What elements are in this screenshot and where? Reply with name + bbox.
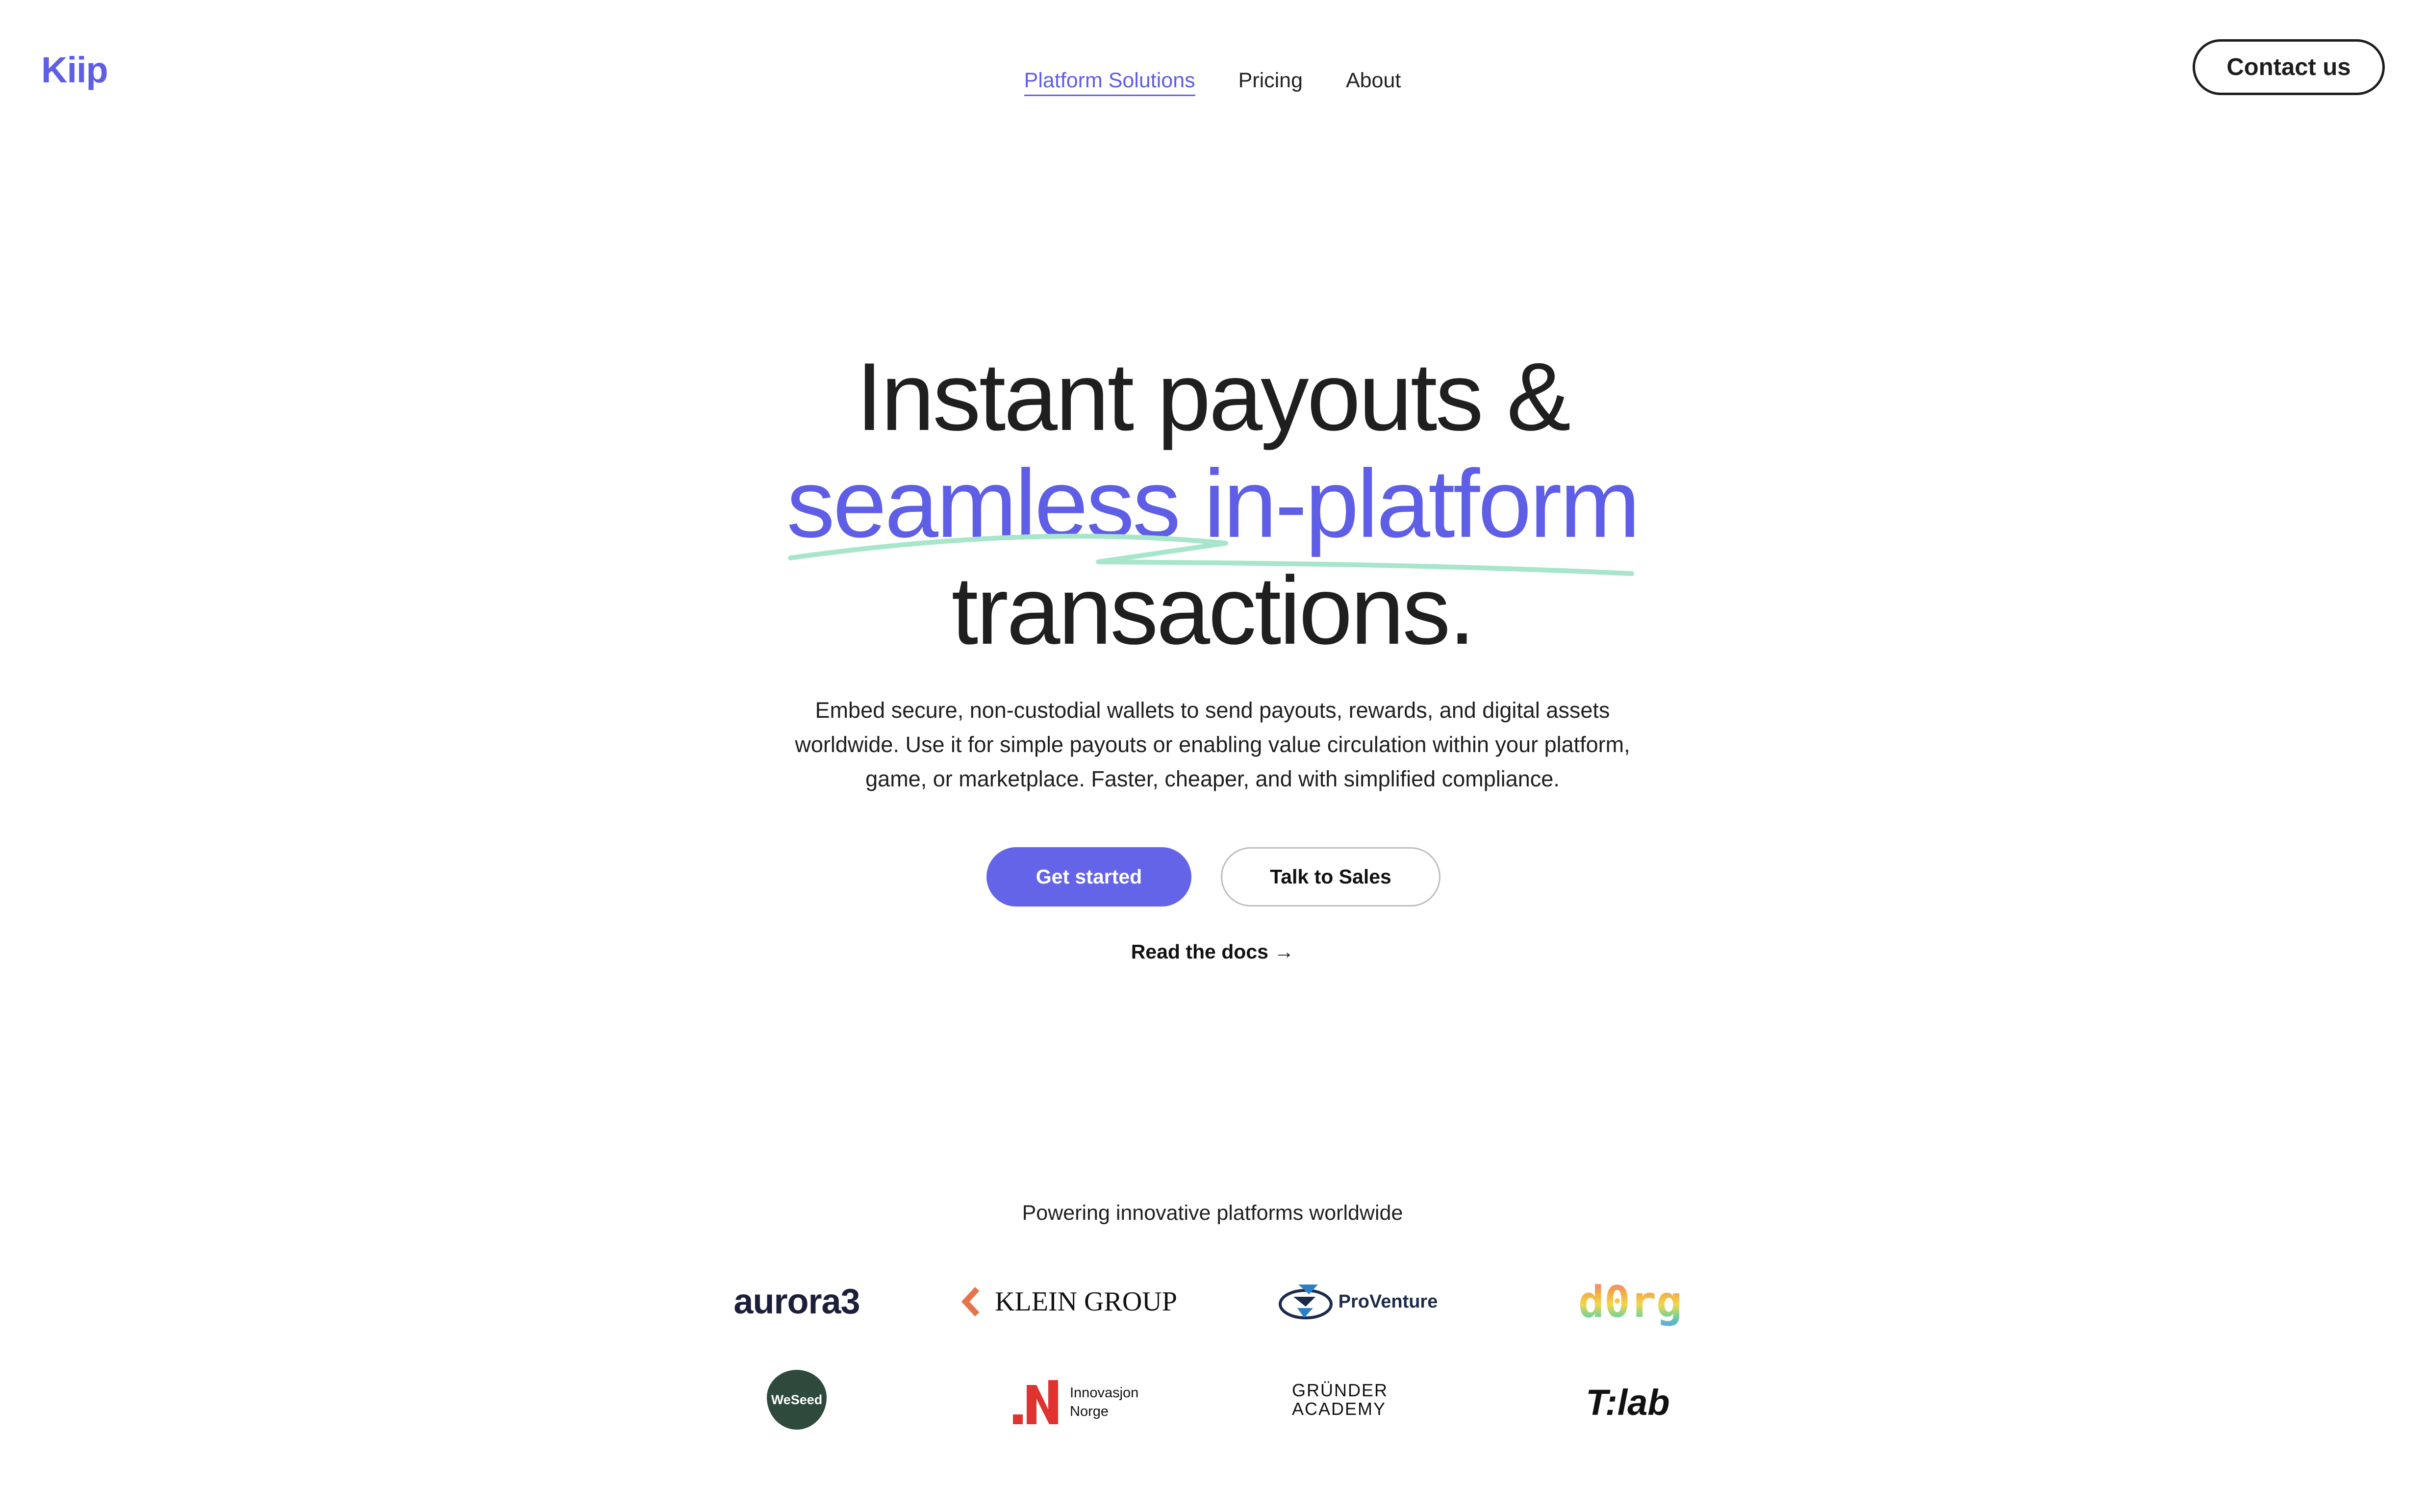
innovasjon-norge-mark-icon	[1013, 1380, 1058, 1424]
hero-line-1: Instant payouts &	[856, 343, 1571, 451]
get-started-button[interactable]: Get started	[986, 847, 1191, 907]
proventure-logo: ProVenture	[1265, 1275, 1451, 1329]
read-docs-link[interactable]: Read the docs →	[0, 940, 2425, 963]
nav-about[interactable]: About	[1346, 69, 1401, 93]
tlab-logo: T:lab	[1586, 1382, 1670, 1423]
main-nav: Platform Solutions Pricing About	[0, 69, 2425, 96]
proventure-mark-icon	[1278, 1285, 1333, 1319]
talk-to-sales-button[interactable]: Talk to Sales	[1221, 847, 1440, 907]
d0rg-logo: d0rg	[1578, 1276, 1682, 1327]
hero-description: Embed secure, non-custodial wallets to s…	[795, 698, 1630, 791]
contact-us-button[interactable]: Contact us	[2193, 39, 2385, 95]
nav-pricing[interactable]: Pricing	[1238, 69, 1303, 93]
partners-heading: Powering innovative platforms worldwide	[1022, 1201, 1403, 1225]
klein-group-logo: KLEIN GROUP	[951, 1280, 1187, 1324]
aurora3-logo: aurora3	[733, 1282, 860, 1321]
nav-platform-solutions[interactable]: Platform Solutions	[1024, 69, 1195, 96]
weseed-logo: WeSeed	[765, 1368, 829, 1432]
klein-chevron-icon	[961, 1287, 980, 1316]
innovasjon-norge-logo: Innovasjon Norge	[1000, 1370, 1162, 1434]
highlight-squiggle-icon	[788, 533, 1634, 576]
grunder-academy-logo: GRÜNDER ACADEMY	[1292, 1380, 1389, 1419]
hero-heading: Instant payouts & seamless in-platform t…	[0, 343, 2425, 664]
weseed-badge-icon: WeSeed	[767, 1370, 827, 1430]
